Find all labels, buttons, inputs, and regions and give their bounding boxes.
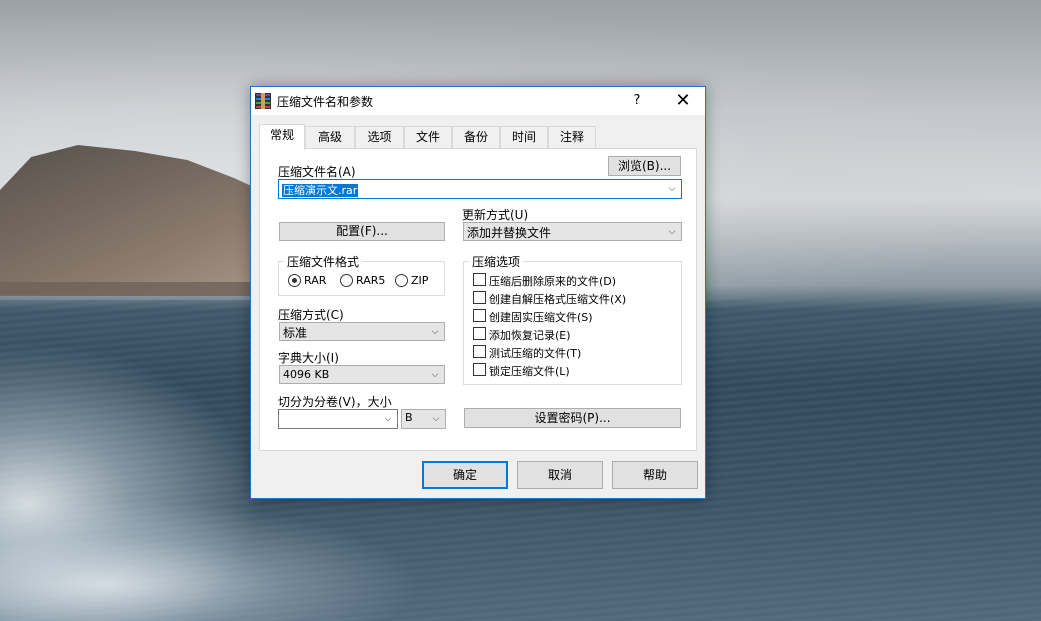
chevron-down-icon: ⌵ (668, 227, 676, 237)
dictionary-label: 字典大小(I) (278, 351, 339, 365)
dictionary-select[interactable]: 4096 KB ⌵ (279, 365, 445, 384)
option-test-checkbox[interactable] (473, 345, 486, 358)
format-rar-radio[interactable] (288, 274, 301, 287)
set-password-button[interactable]: 设置密码(P)... (464, 408, 681, 428)
archive-name-label: 压缩文件名(A) (278, 165, 356, 179)
help-button[interactable]: 帮助 (612, 461, 698, 489)
tab-files[interactable]: 文件 (404, 126, 452, 148)
format-zip-label[interactable]: ZIP (411, 274, 428, 287)
title-bar[interactable]: 压缩文件名和参数 ? ✕ (251, 87, 705, 115)
chevron-down-icon[interactable]: ⌵ (667, 180, 677, 198)
winrar-books-icon (255, 93, 271, 109)
tab-comment[interactable]: 注释 (548, 126, 596, 148)
tab-backup[interactable]: 备份 (452, 126, 500, 148)
tab-general[interactable]: 常规 (259, 124, 305, 150)
chevron-down-icon: ⌵ (432, 414, 440, 424)
format-zip-radio[interactable] (395, 274, 408, 287)
profiles-button[interactable]: 配置(F)... (279, 222, 445, 241)
tab-options[interactable]: 选项 (355, 126, 404, 148)
window-title: 压缩文件名和参数 (277, 95, 374, 109)
chevron-down-icon[interactable]: ⌵ (383, 410, 393, 428)
split-size-combobox[interactable]: ⌵ (278, 409, 398, 429)
general-tab-page: 压缩文件名(A) 浏览(B)... 压缩演示文.rar ⌵ 配置(F)... 更… (259, 148, 697, 451)
archive-settings-dialog: 压缩文件名和参数 ? ✕ 常规 高级 选项 文件 备份 时间 注释 压缩文件名(… (250, 86, 706, 499)
wallpaper-shore (0, 282, 260, 296)
option-lock-checkbox[interactable] (473, 363, 486, 376)
tab-advanced[interactable]: 高级 (305, 126, 355, 148)
option-solid-label[interactable]: 创建固实压缩文件(S) (489, 309, 593, 325)
tab-time[interactable]: 时间 (500, 126, 548, 148)
option-recovery-label[interactable]: 添加恢复记录(E) (489, 327, 571, 343)
split-unit-value: B (405, 411, 413, 424)
cancel-button[interactable]: 取消 (517, 461, 603, 489)
chevron-down-icon: ⌵ (431, 327, 439, 337)
ok-button[interactable]: 确定 (422, 461, 508, 489)
update-mode-value: 添加并替换文件 (467, 226, 552, 240)
method-select[interactable]: 标准 ⌵ (279, 322, 445, 341)
close-button[interactable]: ✕ (665, 89, 701, 113)
browse-button[interactable]: 浏览(B)... (608, 156, 681, 176)
format-rar5-label[interactable]: RAR5 (356, 274, 385, 287)
option-delete-after-checkbox[interactable] (473, 273, 486, 286)
option-solid-checkbox[interactable] (473, 309, 486, 322)
option-sfx-checkbox[interactable] (473, 291, 486, 304)
method-label: 压缩方式(C) (278, 308, 344, 322)
help-question-button[interactable]: ? (627, 91, 647, 111)
option-lock-label[interactable]: 锁定压缩文件(L) (489, 363, 570, 379)
option-sfx-label[interactable]: 创建自解压格式压缩文件(X) (489, 291, 626, 307)
format-rar5-radio[interactable] (340, 274, 353, 287)
archive-format-group-title: 压缩文件格式 (284, 253, 363, 270)
split-volumes-label: 切分为分卷(V)，大小 (278, 395, 392, 409)
wallpaper-surf-lower (0, 500, 420, 621)
option-delete-after-label[interactable]: 压缩后删除原来的文件(D) (489, 273, 616, 289)
update-mode-select[interactable]: 添加并替换文件 ⌵ (463, 222, 682, 241)
split-unit-select[interactable]: B ⌵ (401, 409, 446, 429)
option-recovery-checkbox[interactable] (473, 327, 486, 340)
compression-options-group-title: 压缩选项 (469, 253, 524, 270)
chevron-down-icon: ⌵ (431, 370, 439, 380)
archive-name-combobox[interactable]: 压缩演示文.rar ⌵ (278, 179, 682, 199)
dictionary-value: 4096 KB (283, 368, 330, 381)
format-rar-label[interactable]: RAR (304, 274, 326, 287)
archive-name-value[interactable]: 压缩演示文.rar (282, 184, 359, 197)
update-mode-label: 更新方式(U) (462, 208, 529, 222)
option-test-label[interactable]: 测试压缩的文件(T) (489, 345, 581, 361)
method-value: 标准 (283, 326, 308, 340)
